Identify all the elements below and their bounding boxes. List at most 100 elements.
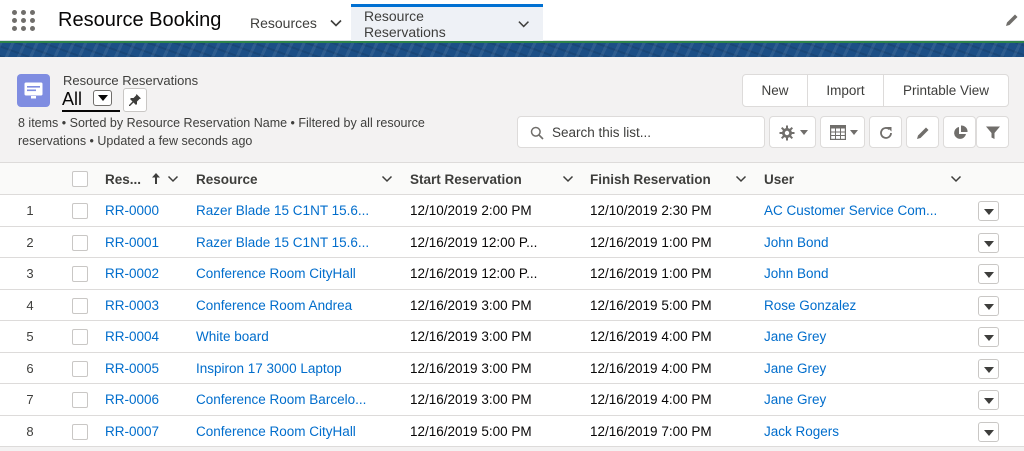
row-number: 1 <box>26 203 34 218</box>
row-actions-button[interactable] <box>978 201 999 221</box>
display-as-button[interactable] <box>820 116 865 148</box>
gear-icon <box>779 125 795 141</box>
list-view-switcher-button[interactable] <box>93 90 112 106</box>
row-checkbox[interactable] <box>72 329 88 345</box>
select-all-checkbox[interactable] <box>72 171 88 187</box>
table-row: 2 RR-0001 Razer Blade 15 C1NT 15.6... 12/16… <box>0 226 1024 258</box>
list-view-name[interactable]: All <box>62 89 82 110</box>
resource-link[interactable]: Razer Blade 15 C1NT 15.6... <box>196 195 374 226</box>
search-input[interactable] <box>552 117 757 147</box>
finish-reservation-cell: 12/16/2019 4:00 PM <box>590 392 712 407</box>
resource-link[interactable]: Conference Room CityHall <box>196 258 374 289</box>
row-actions-button[interactable] <box>978 327 999 347</box>
charts-button[interactable] <box>943 116 976 148</box>
row-number: 2 <box>26 234 34 250</box>
row-checkbox[interactable] <box>72 266 88 282</box>
row-number: 3 <box>26 266 34 281</box>
user-link[interactable]: Jane Grey <box>764 353 942 384</box>
printable-view-button[interactable]: Printable View <box>884 75 1008 106</box>
nav-tab-resource-reservations[interactable]: Resource Reservations <box>351 4 543 41</box>
reservation-name-link[interactable]: RR-0001 <box>105 227 185 258</box>
column-header-finish-reservation[interactable]: Finish Reservation <box>590 163 752 195</box>
inline-edit-button[interactable] <box>906 116 939 148</box>
row-actions-button[interactable] <box>978 421 999 442</box>
start-reservation-cell: 12/16/2019 3:00 PM <box>410 329 532 344</box>
chevron-down-icon[interactable] <box>381 173 393 185</box>
column-label: Resource <box>196 171 258 187</box>
refresh-button[interactable] <box>869 116 902 148</box>
row-actions-button[interactable] <box>978 295 999 316</box>
reservation-name-link[interactable]: RR-0005 <box>105 353 185 384</box>
row-actions-button[interactable] <box>978 358 999 379</box>
reservation-name-link[interactable]: RR-0002 <box>105 258 185 289</box>
column-header-resource[interactable]: Resource <box>196 163 396 195</box>
list-icon <box>17 74 50 107</box>
resource-link[interactable]: White board <box>196 321 374 352</box>
table-row: 7 RR-0006 Conference Room Barcelo... 12/16/… <box>0 384 1024 416</box>
chevron-down-icon[interactable] <box>517 17 530 31</box>
table-icon <box>830 125 846 140</box>
user-link[interactable]: Jane Grey <box>764 321 942 352</box>
user-link[interactable]: John Bond <box>764 227 942 258</box>
nav-tab-resources[interactable]: Resources <box>238 4 355 41</box>
table-header: Res... Resource Start Reservation Finish… <box>0 163 1024 195</box>
chevron-down-icon[interactable] <box>950 173 962 185</box>
pin-list-view-button[interactable] <box>123 88 147 112</box>
column-label: Finish Reservation <box>590 171 711 187</box>
user-link[interactable]: Rose Gonzalez <box>764 290 942 321</box>
new-button[interactable]: New <box>743 75 808 106</box>
row-number: 4 <box>26 297 34 313</box>
table-row: 1 RR-0000 Razer Blade 15 C1NT 15.6... 12/10… <box>0 195 1024 227</box>
column-header-start-reservation[interactable]: Start Reservation <box>410 163 578 195</box>
column-header-name[interactable]: Res... <box>105 163 183 195</box>
filters-button[interactable] <box>976 116 1009 148</box>
list-view-name-underline <box>62 110 120 112</box>
reservation-name-link[interactable]: RR-0006 <box>105 384 185 415</box>
row-actions-button[interactable] <box>978 390 999 410</box>
resource-link[interactable]: Conference Room CityHall <box>196 416 374 447</box>
row-actions-button[interactable] <box>978 232 999 253</box>
table-row: 5 RR-0004 White board 12/16/2019 3:00 PM 12/… <box>0 321 1024 353</box>
row-number: 8 <box>26 423 34 439</box>
row-checkbox[interactable] <box>72 392 88 408</box>
sort-ascending-icon[interactable] <box>151 172 161 185</box>
list-view-controls-button[interactable] <box>769 116 816 148</box>
resource-link[interactable]: Razer Blade 15 C1NT 15.6... <box>196 227 374 258</box>
header-banner <box>0 41 1024 57</box>
user-link[interactable]: Jack Rogers <box>764 416 942 447</box>
start-reservation-cell: 12/16/2019 3:00 PM <box>410 360 532 376</box>
chevron-down-icon[interactable] <box>735 173 747 185</box>
row-number: 7 <box>26 392 34 407</box>
row-checkbox[interactable] <box>72 423 88 440</box>
row-checkbox[interactable] <box>72 297 88 314</box>
row-checkbox[interactable] <box>72 234 88 251</box>
pencil-icon[interactable] <box>1004 12 1020 28</box>
resource-link[interactable]: Inspiron 17 3000 Laptop <box>196 353 374 384</box>
chevron-down-icon[interactable] <box>167 173 179 185</box>
resource-link[interactable]: Conference Room Barcelo... <box>196 384 374 415</box>
table-row: 8 RR-0007 Conference Room CityHall 12/16/20… <box>0 415 1024 447</box>
column-header-user[interactable]: User <box>764 163 966 195</box>
reservation-name-link[interactable]: RR-0007 <box>105 416 185 447</box>
app-launcher-icon[interactable] <box>12 10 36 32</box>
import-button[interactable]: Import <box>808 75 884 106</box>
user-link[interactable]: AC Customer Service Com... <box>764 195 942 226</box>
row-number: 5 <box>26 329 34 344</box>
filter-icon <box>986 126 1000 139</box>
row-actions-button[interactable] <box>978 264 999 284</box>
reservation-name-link[interactable]: RR-0000 <box>105 195 185 226</box>
finish-reservation-cell: 12/16/2019 4:00 PM <box>590 329 712 344</box>
row-checkbox[interactable] <box>72 203 88 219</box>
start-reservation-cell: 12/10/2019 2:00 PM <box>410 203 532 218</box>
chevron-down-icon[interactable] <box>562 173 574 185</box>
user-link[interactable]: John Bond <box>764 258 942 289</box>
resource-link[interactable]: Conference Room Andrea <box>196 290 374 321</box>
start-reservation-cell: 12/16/2019 12:00 P... <box>410 266 538 281</box>
list-view-card: Resource Reservations All 8 items • Sort… <box>0 57 1024 451</box>
finish-reservation-cell: 12/16/2019 1:00 PM <box>590 234 712 250</box>
user-link[interactable]: Jane Grey <box>764 384 942 415</box>
chevron-down-icon[interactable] <box>329 16 343 30</box>
reservation-name-link[interactable]: RR-0004 <box>105 321 185 352</box>
reservation-name-link[interactable]: RR-0003 <box>105 290 185 321</box>
row-checkbox[interactable] <box>72 360 88 377</box>
